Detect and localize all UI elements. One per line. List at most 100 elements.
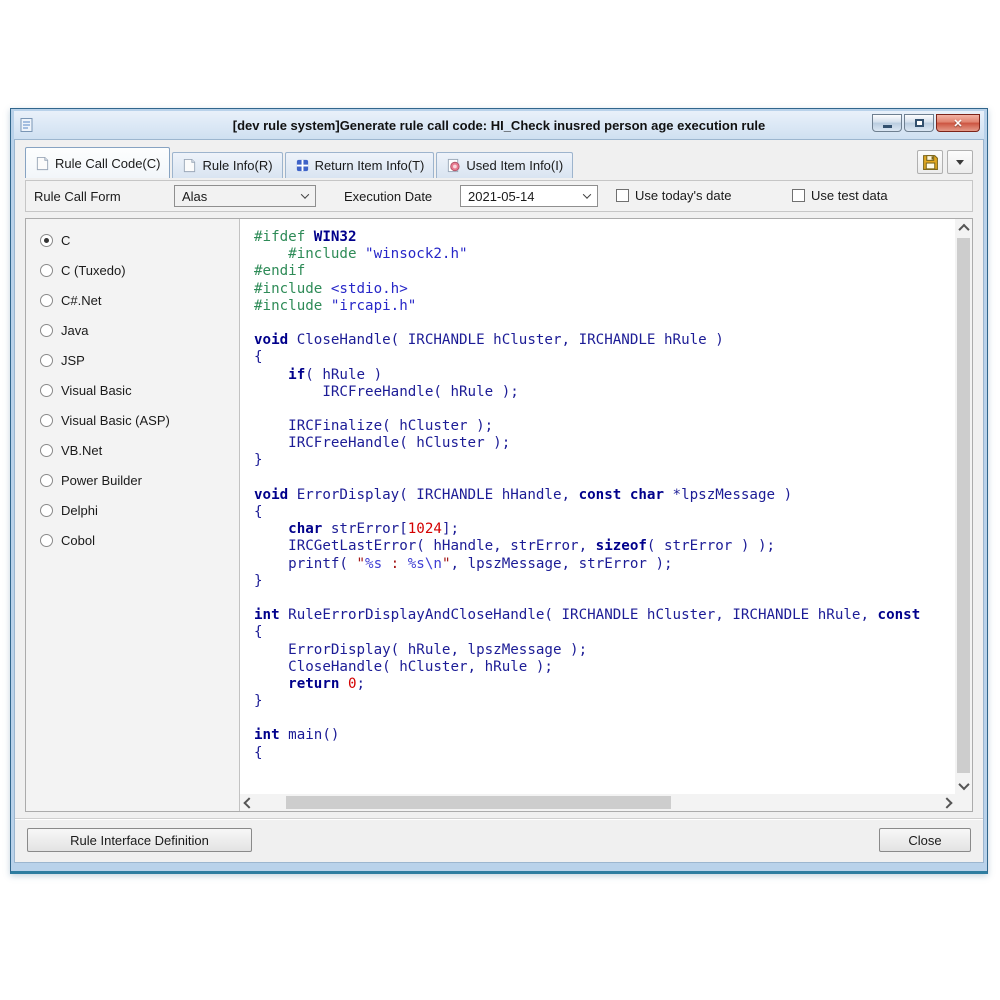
radio-icon xyxy=(40,294,53,307)
document-icon xyxy=(35,156,50,171)
main-area: C C (Tuxedo) C#.Net Java JSP Visual Basic Visu… xyxy=(25,218,973,812)
scroll-up-button[interactable] xyxy=(955,219,972,236)
language-option-label: C xyxy=(61,233,70,248)
radio-icon xyxy=(40,414,53,427)
maximize-icon xyxy=(915,119,924,127)
titlebar[interactable]: [dev rule system]Generate rule call code… xyxy=(14,111,984,139)
language-list: C C (Tuxedo) C#.Net Java JSP Visual Basic Visu… xyxy=(26,219,240,811)
language-option-c-net[interactable]: C#.Net xyxy=(40,293,239,308)
language-option-visual-basic[interactable]: Visual Basic xyxy=(40,383,239,398)
minimize-button[interactable] xyxy=(872,114,902,132)
language-option-label: C (Tuxedo) xyxy=(61,263,126,278)
tab-label: Rule Info(R) xyxy=(202,158,272,173)
language-option-label: VB.Net xyxy=(61,443,102,458)
chevron-down-icon xyxy=(958,778,969,789)
footer-bar: Rule Interface Definition Close xyxy=(15,818,983,862)
code-line xyxy=(254,470,955,487)
language-option-c-tuxedo[interactable]: C (Tuxedo) xyxy=(40,263,239,278)
radio-icon xyxy=(40,384,53,397)
scroll-down-button[interactable] xyxy=(955,777,972,794)
code-line: int RuleErrorDisplayAndCloseHandle( IRCH… xyxy=(254,607,955,624)
tab-used-item-info[interactable]: Used Item Info(I) xyxy=(436,152,573,178)
code-content[interactable]: #ifdef WIN32 #include "winsock2.h"#endif… xyxy=(240,219,955,794)
scrollbar-corner xyxy=(955,794,972,811)
code-panel: #ifdef WIN32 #include "winsock2.h"#endif… xyxy=(240,219,972,811)
code-line: char strError[1024]; xyxy=(254,521,955,538)
language-option-label: Power Builder xyxy=(61,473,142,488)
code-line: #include "ircapi.h" xyxy=(254,298,955,315)
language-option-cobol[interactable]: Cobol xyxy=(40,533,239,548)
code-line: void CloseHandle( IRCHANDLE hCluster, IR… xyxy=(254,332,955,349)
code-line: void ErrorDisplay( IRCHANDLE hHandle, co… xyxy=(254,487,955,504)
chevron-down-icon xyxy=(301,190,309,198)
save-options-dropdown-button[interactable] xyxy=(947,150,973,174)
code-line: return 0; xyxy=(254,676,955,693)
language-option-label: Visual Basic (ASP) xyxy=(61,413,170,428)
use-test-data-checkbox[interactable]: Use test data xyxy=(792,188,888,203)
radio-icon xyxy=(40,474,53,487)
code-line: IRCGetLastError( hHandle, strError, size… xyxy=(254,538,955,555)
code-line: int main() xyxy=(254,727,955,744)
checkbox-icon xyxy=(792,189,805,202)
radio-icon xyxy=(40,504,53,517)
language-option-label: JSP xyxy=(61,353,85,368)
chevron-down-icon xyxy=(956,160,964,169)
use-todays-date-checkbox[interactable]: Use today's date xyxy=(616,188,731,203)
save-button[interactable] xyxy=(917,150,943,174)
use-todays-date-label: Use today's date xyxy=(635,188,731,203)
use-test-data-label: Use test data xyxy=(811,188,888,203)
tab-label: Used Item Info(I) xyxy=(466,158,563,173)
code-line: { xyxy=(254,624,955,641)
language-option-label: Cobol xyxy=(61,533,95,548)
close-window-button[interactable]: ✕ xyxy=(936,114,980,132)
tab-list: Rule Call Code(C) Rule Info(R) Return Item… xyxy=(25,147,575,178)
rule-call-form-select[interactable]: Alas xyxy=(174,185,316,207)
execution-date-value: 2021-05-14 xyxy=(468,189,535,204)
radio-icon xyxy=(40,324,53,337)
code-line: { xyxy=(254,745,955,762)
code-line: } xyxy=(254,693,955,710)
scroll-left-button[interactable] xyxy=(240,794,257,811)
execution-date-label: Execution Date xyxy=(344,189,432,204)
code-line xyxy=(254,401,955,418)
horizontal-scrollbar[interactable] xyxy=(240,794,955,811)
language-option-label: Java xyxy=(61,323,88,338)
rule-interface-definition-button[interactable]: Rule Interface Definition xyxy=(27,828,252,852)
radio-icon xyxy=(40,534,53,547)
tab-rule-call-code[interactable]: Rule Call Code(C) xyxy=(25,147,170,178)
code-line: printf( "%s : %s\n", lpszMessage, strErr… xyxy=(254,556,955,573)
vertical-scrollbar[interactable] xyxy=(955,219,972,794)
language-option-vb-net[interactable]: VB.Net xyxy=(40,443,239,458)
code-line xyxy=(254,590,955,607)
close-button[interactable]: Close xyxy=(879,828,971,852)
chevron-left-icon xyxy=(243,797,254,808)
language-option-label: C#.Net xyxy=(61,293,101,308)
horizontal-scroll-thumb[interactable] xyxy=(286,796,671,809)
radio-icon xyxy=(40,264,53,277)
tab-return-item-info[interactable]: Return Item Info(T) xyxy=(285,152,435,178)
code-line: #endif xyxy=(254,263,955,280)
language-option-c[interactable]: C xyxy=(40,233,239,248)
language-option-label: Visual Basic xyxy=(61,383,132,398)
code-line xyxy=(254,710,955,727)
code-line: } xyxy=(254,452,955,469)
scroll-right-button[interactable] xyxy=(938,794,955,811)
code-line: #include "winsock2.h" xyxy=(254,246,955,263)
code-line: { xyxy=(254,504,955,521)
language-option-java[interactable]: Java xyxy=(40,323,239,338)
maximize-button[interactable] xyxy=(904,114,934,132)
tab-bar: Rule Call Code(C) Rule Info(R) Return Item… xyxy=(15,140,983,178)
code-line xyxy=(254,315,955,332)
chevron-up-icon xyxy=(958,223,969,234)
language-option-power-builder[interactable]: Power Builder xyxy=(40,473,239,488)
language-option-delphi[interactable]: Delphi xyxy=(40,503,239,518)
execution-date-select[interactable]: 2021-05-14 xyxy=(460,185,598,207)
tab-rule-info[interactable]: Rule Info(R) xyxy=(172,152,282,178)
language-option-jsp[interactable]: JSP xyxy=(40,353,239,368)
language-option-visual-basic-asp[interactable]: Visual Basic (ASP) xyxy=(40,413,239,428)
grid-icon xyxy=(295,158,310,173)
vertical-scroll-thumb[interactable] xyxy=(957,238,970,773)
code-line: if( hRule ) xyxy=(254,367,955,384)
dialog-client-area: Rule Call Code(C) Rule Info(R) Return Item… xyxy=(14,139,984,863)
code-line: IRCFreeHandle( hRule ); xyxy=(254,384,955,401)
